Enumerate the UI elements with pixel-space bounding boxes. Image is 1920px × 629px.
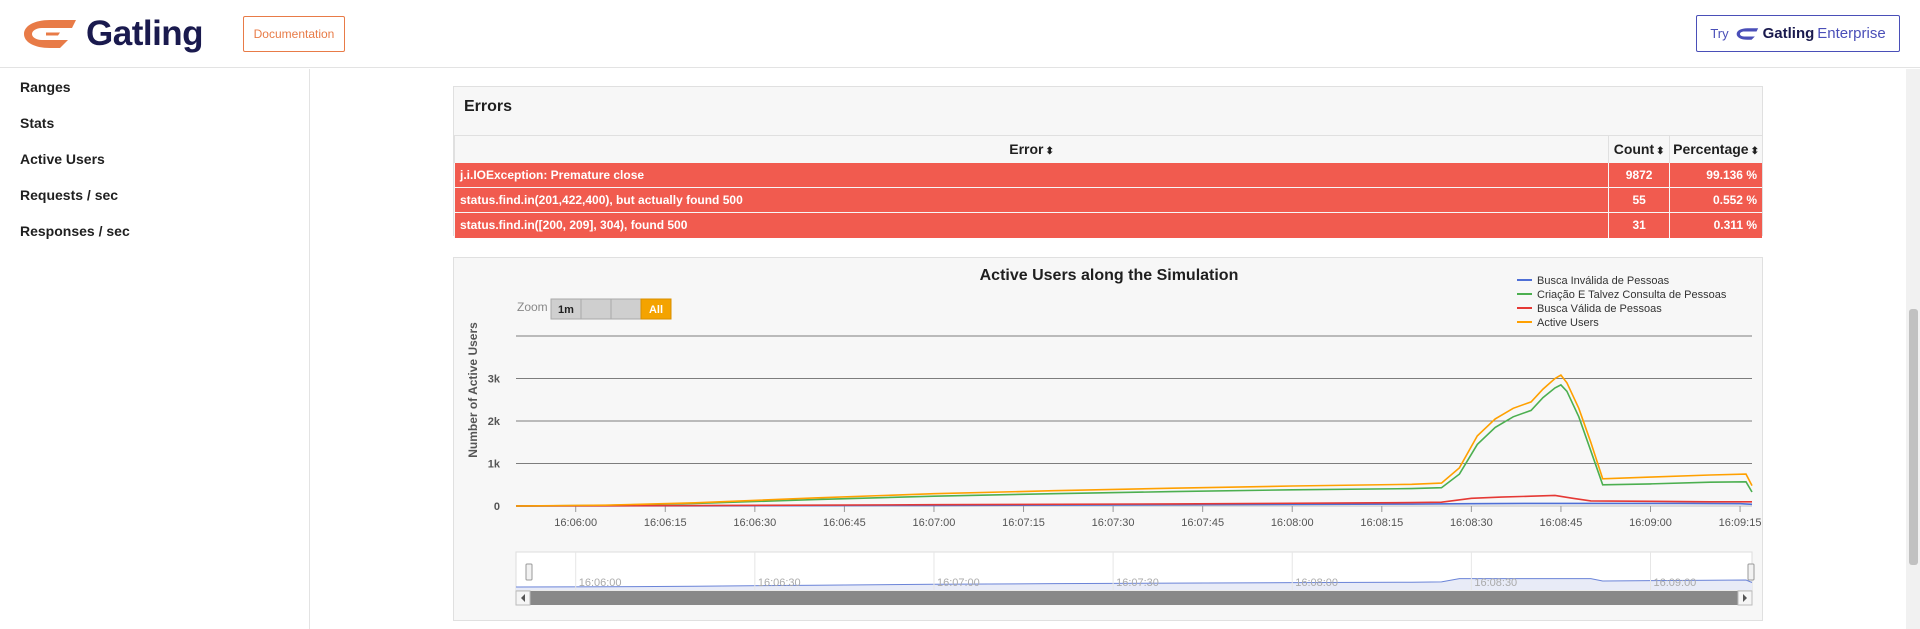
navigator-tick-label: 16:07:30 bbox=[1116, 577, 1159, 589]
zoom-button-all[interactable]: All bbox=[640, 298, 672, 320]
legend-label: Busca Válida de Pessoas bbox=[1537, 303, 1662, 315]
errors-title: Errors bbox=[464, 98, 513, 115]
error-percentage: 99.136 % bbox=[1669, 162, 1762, 188]
legend-item[interactable]: Active Users bbox=[1517, 317, 1599, 329]
enterprise-suffix: Enterprise bbox=[1817, 25, 1886, 42]
series-line bbox=[515, 374, 1753, 507]
legend-label: Busca Inválida de Pessoas bbox=[1537, 275, 1670, 287]
error-count: 31 bbox=[1608, 212, 1670, 238]
sidebar-nav: Ranges Stats Active Users Requests / sec… bbox=[0, 69, 310, 629]
y-tick-label: 3k bbox=[488, 374, 501, 386]
zoom-button-blank-2[interactable] bbox=[610, 298, 642, 320]
navigator-tick-label: 16:07:00 bbox=[937, 577, 980, 589]
x-tick-label: 16:09:15 bbox=[1719, 517, 1762, 529]
error-text: j.i.IOException: Premature close bbox=[453, 162, 1609, 188]
table-row: status.find.in(201,422,400), but actuall… bbox=[453, 187, 1762, 213]
x-tick-label: 16:09:00 bbox=[1629, 517, 1672, 529]
errors-panel: Errors Error ⬍ Count ⬍ Percentage ⬍ j.i.IOE… bbox=[453, 86, 1763, 238]
sidebar-item-requests-sec[interactable]: Requests / sec bbox=[20, 187, 118, 203]
navigator-handle-right[interactable] bbox=[1747, 563, 1755, 581]
legend-item[interactable]: Busca Inválida de Pessoas bbox=[1517, 275, 1670, 287]
legend-item[interactable]: Busca Válida de Pessoas bbox=[1517, 303, 1662, 315]
table-row: j.i.IOException: Premature close 9872 99… bbox=[453, 162, 1762, 188]
navigator-handle-left[interactable] bbox=[525, 563, 533, 581]
legend-item[interactable]: Criação E Talvez Consulta de Pessoas bbox=[1517, 289, 1727, 301]
x-tick-label: 16:06:30 bbox=[733, 517, 776, 529]
series-line bbox=[515, 383, 1753, 507]
error-text: status.find.in(201,422,400), but actuall… bbox=[453, 187, 1609, 213]
page-scrollbar[interactable] bbox=[1906, 69, 1920, 629]
scrollbar-thumb[interactable] bbox=[1909, 309, 1918, 565]
try-label: Try bbox=[1710, 26, 1729, 41]
zoom-button-1m[interactable]: 1m bbox=[550, 298, 582, 320]
x-tick-label: 16:08:00 bbox=[1271, 517, 1314, 529]
gatling-mini-icon bbox=[1736, 27, 1758, 40]
gatling-logo-icon bbox=[24, 20, 76, 48]
sidebar-item-responses-sec[interactable]: Responses / sec bbox=[20, 223, 130, 239]
sort-icon: ⬍ bbox=[1656, 146, 1665, 157]
x-tick-label: 16:08:45 bbox=[1540, 517, 1583, 529]
errors-table: Error ⬍ Count ⬍ Percentage ⬍ j.i.IOExceptio… bbox=[453, 135, 1762, 238]
navigator-tick-label: 16:08:00 bbox=[1295, 577, 1338, 589]
y-tick-label: 0 bbox=[494, 501, 500, 513]
navigator-tick-label: 16:09:00 bbox=[1653, 577, 1696, 589]
error-percentage: 0.552 % bbox=[1669, 187, 1762, 213]
error-count: 55 bbox=[1608, 187, 1670, 213]
y-tick-label: 2k bbox=[488, 416, 501, 428]
navigator-tick-label: 16:08:30 bbox=[1474, 577, 1517, 589]
column-header-count[interactable]: Count ⬍ bbox=[1608, 135, 1670, 163]
x-tick-label: 16:07:15 bbox=[1002, 517, 1045, 529]
zoom-button-label: 1m bbox=[558, 304, 574, 316]
x-tick-label: 16:07:00 bbox=[913, 517, 956, 529]
column-header-error[interactable]: Error ⬍ bbox=[453, 135, 1609, 163]
legend-label: Active Users bbox=[1537, 317, 1599, 329]
x-tick-label: 16:06:00 bbox=[554, 517, 597, 529]
navigator-scrollbar-thumb[interactable] bbox=[530, 591, 1738, 605]
sidebar-item-ranges[interactable]: Ranges bbox=[20, 79, 71, 95]
sidebar-item-stats[interactable]: Stats bbox=[20, 115, 54, 131]
documentation-button[interactable]: Documentation bbox=[243, 16, 345, 52]
x-tick-label: 16:06:45 bbox=[823, 517, 866, 529]
x-tick-label: 16:08:15 bbox=[1360, 517, 1403, 529]
active-users-chart: Active Users along the Simulation Zoom 1… bbox=[466, 267, 1762, 606]
chart-title: Active Users along the Simulation bbox=[980, 267, 1239, 284]
sort-icon: ⬍ bbox=[1750, 146, 1759, 157]
gatling-logo[interactable]: Gatling bbox=[20, 14, 204, 54]
legend-label: Criação E Talvez Consulta de Pessoas bbox=[1537, 289, 1727, 301]
x-tick-label: 16:07:30 bbox=[1092, 517, 1135, 529]
brand-name: Gatling bbox=[86, 14, 204, 53]
y-tick-label: 1k bbox=[488, 459, 501, 471]
active-users-chart-panel: Active Users along the Simulation Zoom 1… bbox=[453, 257, 1763, 621]
navigator-tick-label: 16:06:00 bbox=[579, 577, 622, 589]
sidebar-item-active-users[interactable]: Active Users bbox=[20, 151, 105, 167]
error-percentage: 0.311 % bbox=[1669, 212, 1762, 238]
zoom-button-label: All bbox=[649, 304, 663, 316]
error-count: 9872 bbox=[1608, 162, 1670, 188]
zoom-button-blank-1[interactable] bbox=[580, 298, 612, 320]
zoom-label: Zoom bbox=[517, 300, 548, 314]
sort-icon: ⬍ bbox=[1045, 146, 1054, 157]
y-axis-label: Number of Active Users bbox=[466, 322, 480, 458]
navigator-tick-label: 16:06:30 bbox=[758, 577, 801, 589]
table-row: status.find.in([200, 209], 304), found 5… bbox=[453, 212, 1762, 238]
x-tick-label: 16:06:15 bbox=[644, 517, 687, 529]
error-text: status.find.in([200, 209], 304), found 5… bbox=[453, 212, 1609, 238]
enterprise-brand: Gatling bbox=[1762, 25, 1815, 42]
series-line bbox=[515, 494, 1752, 507]
top-header: Gatling Documentation Try Gatling Enterp… bbox=[0, 0, 1920, 68]
column-header-percentage[interactable]: Percentage ⬍ bbox=[1669, 135, 1762, 163]
try-enterprise-button[interactable]: Try Gatling Enterprise bbox=[1696, 15, 1900, 52]
x-tick-label: 16:08:30 bbox=[1450, 517, 1493, 529]
x-tick-label: 16:07:45 bbox=[1181, 517, 1224, 529]
documentation-label: Documentation bbox=[253, 27, 335, 41]
